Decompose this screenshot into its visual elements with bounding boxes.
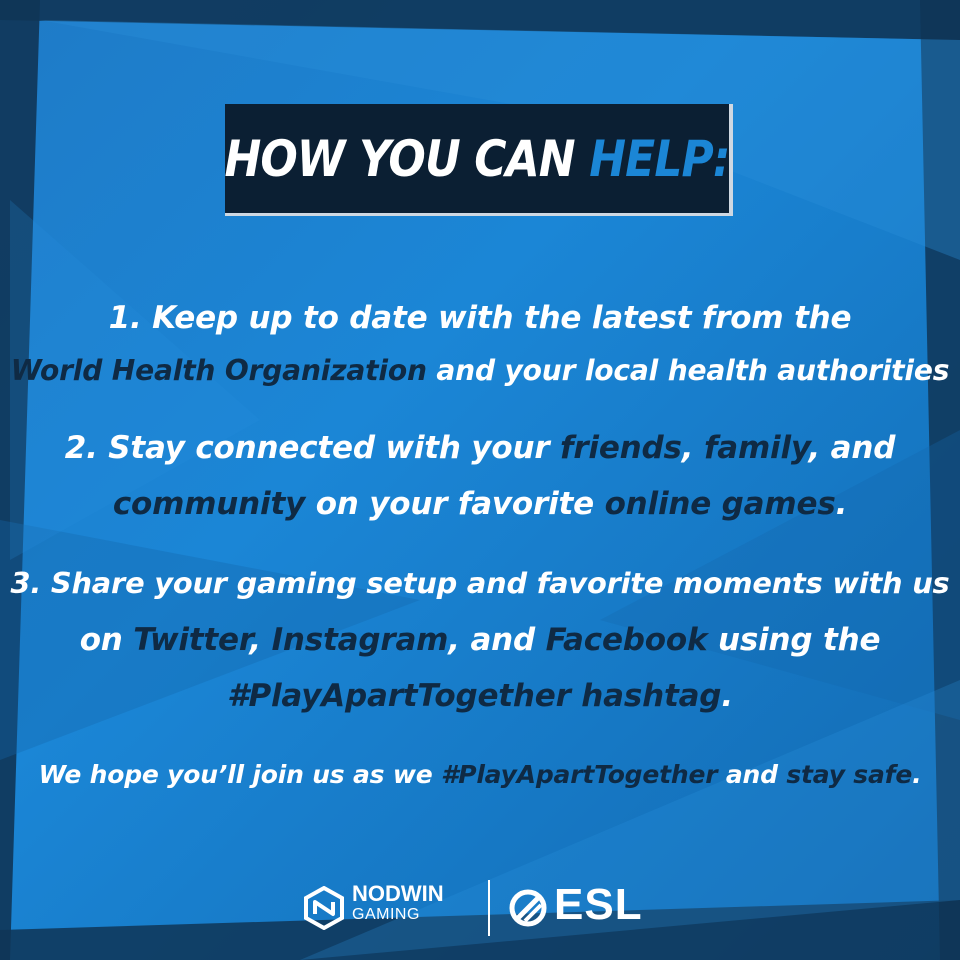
nodwin-name: NODWIN: [352, 881, 444, 906]
item2-line2: community on your favorite online games.: [0, 486, 960, 522]
item2-text: , and: [808, 430, 896, 466]
who-highlight: World Health Organization: [10, 354, 427, 387]
facebook-highlight: Facebook: [545, 622, 708, 658]
item3-text: , and: [448, 622, 546, 658]
item2-text: on your favorite: [305, 486, 605, 522]
friends-highlight: friends: [560, 430, 682, 466]
item2-text: .: [835, 486, 848, 522]
item1-line2-rest: and your local health authorities: [426, 354, 950, 387]
community-highlight: community: [112, 486, 306, 522]
item1-line1: 1. Keep up to date with the latest from …: [0, 300, 960, 336]
item2-text: ,: [681, 430, 704, 466]
esl-logo-icon: [509, 889, 547, 927]
item2-line1: 2. Stay connected with your friends, fam…: [0, 430, 960, 466]
item2-text: 2. Stay connected with your: [64, 430, 561, 466]
item3-text: on: [79, 622, 134, 658]
logo-divider: [488, 880, 490, 936]
item3-line3: #PlayApartTogether hashtag.: [0, 678, 960, 714]
page-title: HOW YOU CAN HELP:: [224, 129, 730, 188]
twitter-highlight: Twitter: [133, 622, 250, 658]
nodwin-sub: GAMING: [352, 906, 420, 923]
hashtag-highlight: #PlayApartTogether hashtag: [227, 678, 722, 714]
nodwin-wordmark: NODWIN GAMING: [352, 883, 444, 923]
nodwin-logo-icon: [304, 886, 344, 930]
family-highlight: family: [703, 430, 809, 466]
title-part-white: HOW YOU CAN: [224, 129, 590, 188]
closing-text: We hope you’ll join us as we: [38, 760, 441, 789]
item1-line2: World Health Organization and your local…: [0, 354, 960, 387]
stay-safe-highlight: stay safe: [786, 760, 913, 789]
instagram-highlight: Instagram: [271, 622, 449, 658]
item1-line1-text: 1. Keep up to date with the latest from …: [108, 300, 852, 336]
item3-text: .: [721, 678, 733, 714]
poster: HOW YOU CAN HELP: 1. Keep up to date wit…: [0, 0, 960, 960]
closing-text: and: [717, 760, 787, 789]
item3-line1-text: 3. Share your gaming setup and favorite …: [10, 566, 950, 600]
closing-text: .: [912, 760, 922, 789]
closing-hashtag-highlight: #PlayApartTogether: [441, 760, 718, 789]
title-box: HOW YOU CAN HELP:: [224, 104, 733, 216]
esl-wordmark: ESL: [554, 880, 643, 929]
footer-logos: NODWIN GAMING ESL: [0, 878, 960, 938]
item3-line2: on Twitter, Instagram, and Facebook usin…: [0, 622, 960, 658]
item3-text: using the: [707, 622, 881, 658]
online-games-highlight: online games: [604, 486, 836, 522]
closing-line: We hope you’ll join us as we #PlayApartT…: [0, 760, 960, 789]
title-part-accent: HELP:: [589, 129, 730, 188]
item3-text: ,: [249, 622, 272, 658]
item3-line1: 3. Share your gaming setup and favorite …: [0, 566, 960, 600]
